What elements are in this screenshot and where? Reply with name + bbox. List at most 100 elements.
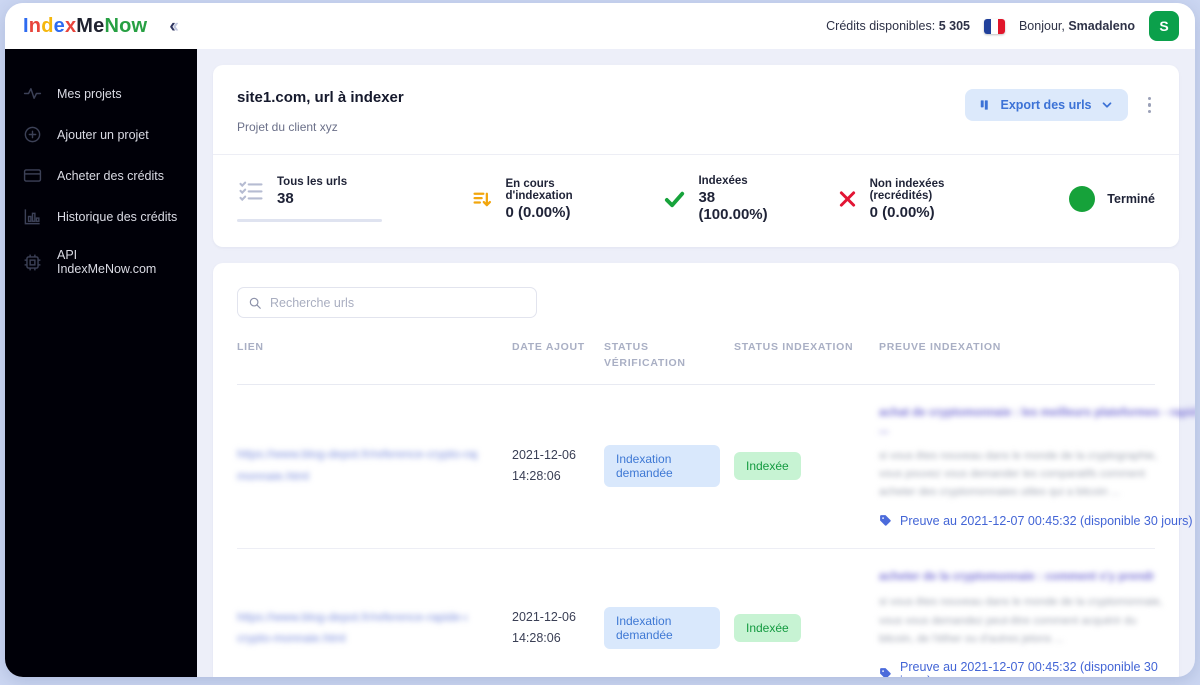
credits-value: 5 305 xyxy=(938,19,970,33)
logo-letter: M xyxy=(76,14,94,37)
credit-card-icon xyxy=(23,169,42,182)
sidebar-item-api[interactable]: API IndexMeNow.com xyxy=(5,239,197,285)
stat-value: 38 xyxy=(277,190,294,207)
user-greeting: Bonjour, Smadaleno xyxy=(1018,19,1135,33)
status-badge: Indexation demandée xyxy=(604,607,720,650)
status-verification-cell: Indexation demandée xyxy=(604,607,734,650)
x-icon xyxy=(839,191,855,207)
logo-letter: w xyxy=(131,14,148,37)
topbar-right: Crédits disponibles: 5 305 Bonjour, Smad… xyxy=(826,11,1179,41)
date-added: 2021-12-06 14:28:06 xyxy=(512,609,576,646)
proof-link[interactable]: Preuve au 2021-12-07 00:45:32 (disponibl… xyxy=(879,514,1195,528)
status-verification-cell: Indexation demandée xyxy=(604,445,734,488)
logo-letter: e xyxy=(93,14,105,37)
checklist-icon xyxy=(239,181,263,201)
url-link-redacted[interactable]: https://www.blog-depot.fr/reference-rapi… xyxy=(237,607,512,650)
project-summary-card: site1.com, url à indexer Projet du clien… xyxy=(213,65,1179,247)
export-button-label: Export des urls xyxy=(1000,98,1092,112)
status-badge: Indexée xyxy=(734,614,801,643)
status-badge: Indexation demandée xyxy=(604,445,720,488)
column-header-status-indexation: Status indexation xyxy=(734,341,854,353)
project-subtitle: Projet du client xyz xyxy=(237,120,338,134)
proof-excerpt-redacted: si vous êtes nouveau dans le monde de la… xyxy=(879,450,1158,499)
sidebar-item-historique-credits[interactable]: Historique des crédits xyxy=(5,198,197,235)
column-header-preuve-indexation: Preuve indexation xyxy=(879,341,1001,353)
progress-bar xyxy=(237,219,382,222)
status-indexation-cell: Indexée xyxy=(734,452,879,481)
sidebar-collapse-icon[interactable]: ‹ ‹ xyxy=(169,17,179,36)
sidebar-item-label: API IndexMeNow.com xyxy=(57,248,157,276)
date-added: 2021-12-06 14:28:06 xyxy=(512,447,576,484)
tag-icon xyxy=(880,668,891,677)
stat-label: Indexées xyxy=(698,175,748,187)
user-avatar[interactable]: S xyxy=(1149,11,1179,41)
credits-available: Crédits disponibles: 5 305 xyxy=(826,19,970,33)
stat-not-indexed: Non indexées (recrédités) 0 (0.00%) xyxy=(837,178,984,221)
page-title: site1.com, url à indexer xyxy=(237,89,404,106)
table-row: https://www.blog-depot.fr/reference-rapi… xyxy=(237,549,1163,677)
chevron-down-icon xyxy=(1102,102,1111,108)
bar-chart-icon xyxy=(24,209,40,225)
column-header-status-verification: Status vérification xyxy=(604,341,686,369)
stat-status-done: Terminé xyxy=(1069,186,1155,212)
activity-icon xyxy=(23,88,42,99)
export-urls-button[interactable]: Export des urls xyxy=(964,89,1128,121)
column-header-lien: Lien xyxy=(237,341,264,353)
logo-letter: d xyxy=(41,14,54,37)
proof-title-redacted: achat de cryptomonnaie : les meilleurs p… xyxy=(879,406,1195,437)
green-circle-icon xyxy=(1069,186,1096,212)
export-icon xyxy=(980,100,988,110)
sidebar-item-label: Acheter des crédits xyxy=(57,168,164,183)
stat-total-urls: Tous les urls 38 xyxy=(237,176,427,222)
stat-value: 38 (100.00%) xyxy=(698,189,768,223)
proof-link[interactable]: Preuve au 2021-12-07 00:45:32 (disponibl… xyxy=(879,660,1171,677)
tag-icon xyxy=(880,515,891,526)
logo-letter: N xyxy=(104,14,120,37)
indexmenow-logo[interactable]: IndexMeNow xyxy=(23,15,147,38)
column-header-date-ajout: Date ajout xyxy=(512,341,585,353)
stat-value: 0 (0.00%) xyxy=(869,203,935,221)
language-flag-fr[interactable] xyxy=(983,18,1005,34)
stat-indexed: Indexées 38 (100.00%) xyxy=(663,175,772,223)
stat-value: 0 (0.00%) xyxy=(505,203,571,221)
stats-row: Tous les urls 38 En cours d'indexation 0… xyxy=(213,155,1179,247)
table-row: https://www.blog-depot.fr/reference-cryp… xyxy=(237,385,1195,549)
urls-table: Lien Date ajout Status vérification Stat… xyxy=(237,340,1195,677)
status-label: Terminé xyxy=(1107,192,1155,206)
user-name: Smadaleno xyxy=(1068,19,1135,33)
sort-desc-icon xyxy=(473,192,492,207)
logo-letter: x xyxy=(64,14,77,37)
check-icon xyxy=(665,191,685,208)
search-input[interactable] xyxy=(270,295,526,310)
proof-indexation-cell: achat de cryptomonnaie : les meilleurs p… xyxy=(879,399,1195,534)
stat-label: Tous les urls xyxy=(277,176,348,188)
sidebar-item-mes-projets[interactable]: Mes projets xyxy=(5,75,197,112)
table-header-row: Lien Date ajout Status vérification Stat… xyxy=(237,340,1155,385)
sidebar: Mes projets Ajouter un projet Acheter de… xyxy=(5,49,197,677)
status-badge: Indexée xyxy=(734,452,801,481)
search-box xyxy=(237,287,537,318)
url-link-redacted[interactable]: https://www.blog-depot.fr/reference-cryp… xyxy=(237,444,512,487)
proof-indexation-cell: acheter de la cryptomonnaie : comment s'… xyxy=(879,563,1171,677)
stat-in-progress: En cours d'indexation 0 (0.00%) xyxy=(472,178,601,221)
proof-title-redacted: acheter de la cryptomonnaie : comment s'… xyxy=(879,570,1154,583)
logo-letter: o xyxy=(119,14,132,37)
main-content: site1.com, url à indexer Projet du clien… xyxy=(197,49,1195,677)
sidebar-item-ajouter-projet[interactable]: Ajouter un projet xyxy=(5,116,197,153)
cpu-icon xyxy=(24,254,41,270)
more-options-icon[interactable] xyxy=(1144,93,1156,118)
sidebar-item-acheter-credits[interactable]: Acheter des crédits xyxy=(5,157,197,194)
stat-label: En cours d'indexation xyxy=(505,177,573,202)
plus-circle-icon xyxy=(24,126,41,143)
sidebar-item-label: Historique des crédits xyxy=(57,209,178,224)
status-indexation-cell: Indexée xyxy=(734,614,879,643)
sidebar-item-label: Ajouter un projet xyxy=(57,127,149,142)
proof-excerpt-redacted: si vous êtes nouveau dans le monde de la… xyxy=(879,596,1163,645)
logo-letter: n xyxy=(28,14,42,37)
logo-letter: e xyxy=(53,14,65,37)
stat-label: Non indexées (recrédités) xyxy=(869,177,945,202)
urls-table-card: Lien Date ajout Status vérification Stat… xyxy=(213,263,1195,677)
sidebar-item-label: Mes projets xyxy=(57,86,122,101)
topbar: IndexMeNow ‹ ‹ Crédits disponibles: 5 305… xyxy=(5,3,1195,49)
app-window: IndexMeNow ‹ ‹ Crédits disponibles: 5 305… xyxy=(5,3,1195,677)
